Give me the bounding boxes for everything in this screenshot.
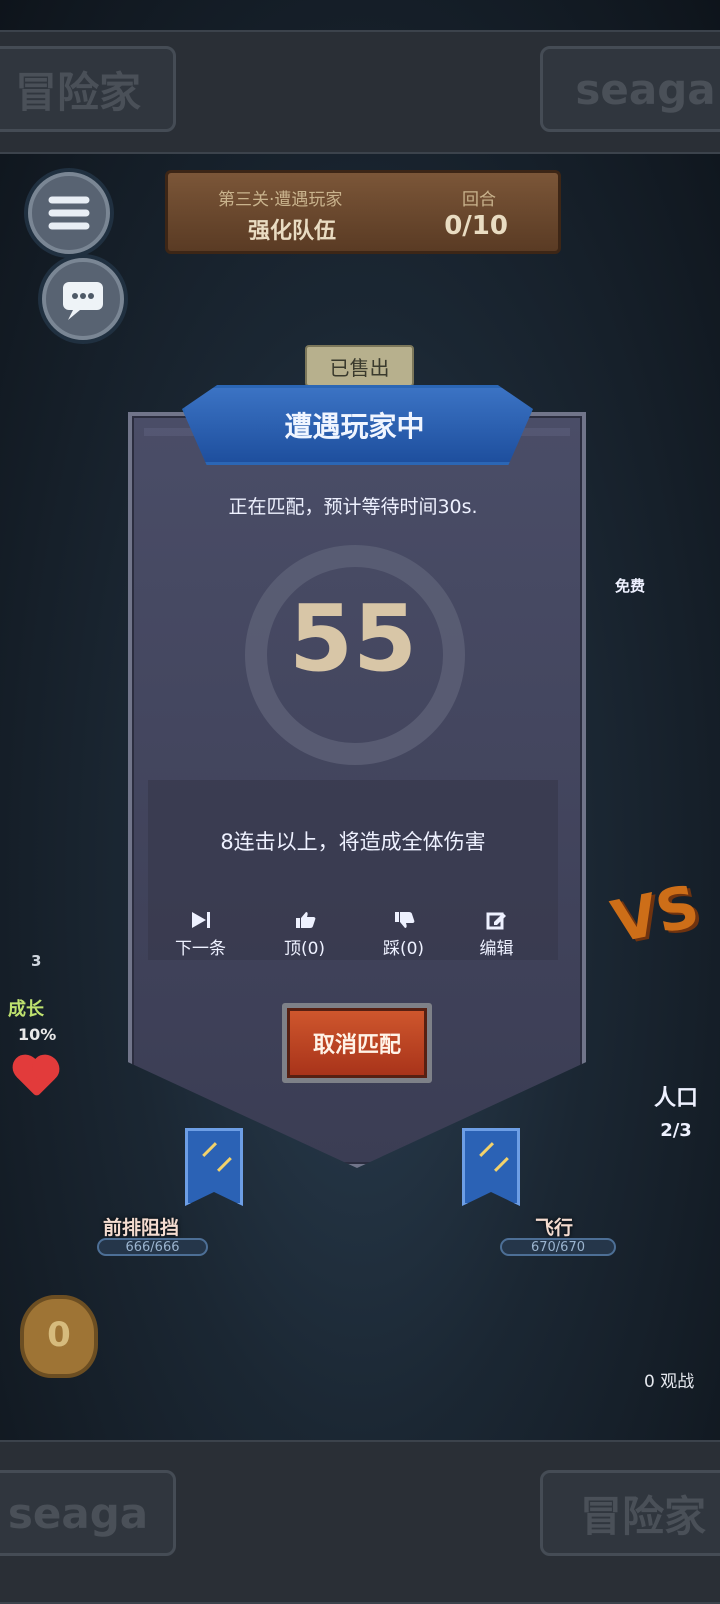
growth-percent: 10% <box>18 1025 57 1044</box>
chat-icon[interactable] <box>42 258 124 340</box>
menu-icon[interactable] <box>28 172 110 254</box>
tip-actions: 下一条 顶(0) 踩(0) 编辑 <box>158 910 548 960</box>
heart-value: 3 <box>31 952 42 970</box>
bottom-decorative-banner: seaga 冒险家 <box>0 1440 720 1604</box>
growth-label: 成长 <box>8 999 44 1020</box>
thumbs-down-icon <box>394 912 414 928</box>
sold-tag: 已售出 <box>305 345 414 387</box>
stage-subtitle: 强化队伍 <box>248 219 337 244</box>
gold-counter: 0 <box>20 1295 98 1378</box>
dialog-title: 遭遇玩家中 <box>284 410 425 443</box>
heart-icon <box>16 1058 56 1098</box>
dislike-tip-button[interactable]: 踩(0) <box>361 910 446 959</box>
free-label: 免费 <box>615 577 646 595</box>
menu-icon <box>48 196 90 230</box>
cancel-match-button[interactable]: 取消匹配 <box>282 1003 432 1083</box>
people-panel: 人口 2/3 <box>646 1080 706 1141</box>
top-decorative-banner: 冒险家 seaga <box>0 30 720 154</box>
left-unit-hp: 666/666 <box>97 1238 208 1256</box>
stage-board: 第三关·遭遇玩家 强化队伍 回合 0/10 <box>165 170 561 254</box>
spectator-count: 0 观战 <box>644 1372 695 1392</box>
round-label: 回合 <box>462 190 496 210</box>
left-unit-name: 前排阻挡 <box>103 1217 180 1239</box>
next-tip-label: 下一条 <box>175 939 226 959</box>
top-right-banner-text: seaga <box>540 46 720 132</box>
top-left-banner-text: 冒险家 <box>0 46 176 132</box>
edit-tip-label: 编辑 <box>479 939 514 959</box>
like-tip-button[interactable]: 顶(0) <box>262 910 347 959</box>
bottom-right-banner-text: 冒险家 <box>540 1470 720 1556</box>
dislike-tip-label: 踩(0) <box>382 939 425 959</box>
people-label: 人口 <box>653 1086 698 1111</box>
vs-badge: VS <box>605 871 705 957</box>
round-value: 0/10 <box>444 211 508 241</box>
right-unit-hp: 670/670 <box>500 1238 616 1256</box>
right-unit-name: 飞行 <box>535 1217 574 1239</box>
bottom-left-banner-text: seaga <box>0 1470 176 1556</box>
stage-title: 第三关·遭遇玩家 <box>218 190 343 210</box>
people-value: 2/3 <box>660 1120 692 1141</box>
battle-tip: 8连击以上，将造成全体伤害 <box>220 830 486 854</box>
edit-tip-button[interactable]: 编辑 <box>454 910 539 959</box>
countdown-number: 55 <box>288 585 418 692</box>
thumbs-up-icon <box>295 912 315 928</box>
matching-status: 正在匹配，预计等待时间30s. <box>228 496 478 518</box>
chat-icon <box>63 282 103 320</box>
next-icon <box>191 912 210 928</box>
like-tip-label: 顶(0) <box>283 939 326 959</box>
next-tip-button[interactable]: 下一条 <box>158 910 243 959</box>
edit-icon <box>486 912 506 930</box>
